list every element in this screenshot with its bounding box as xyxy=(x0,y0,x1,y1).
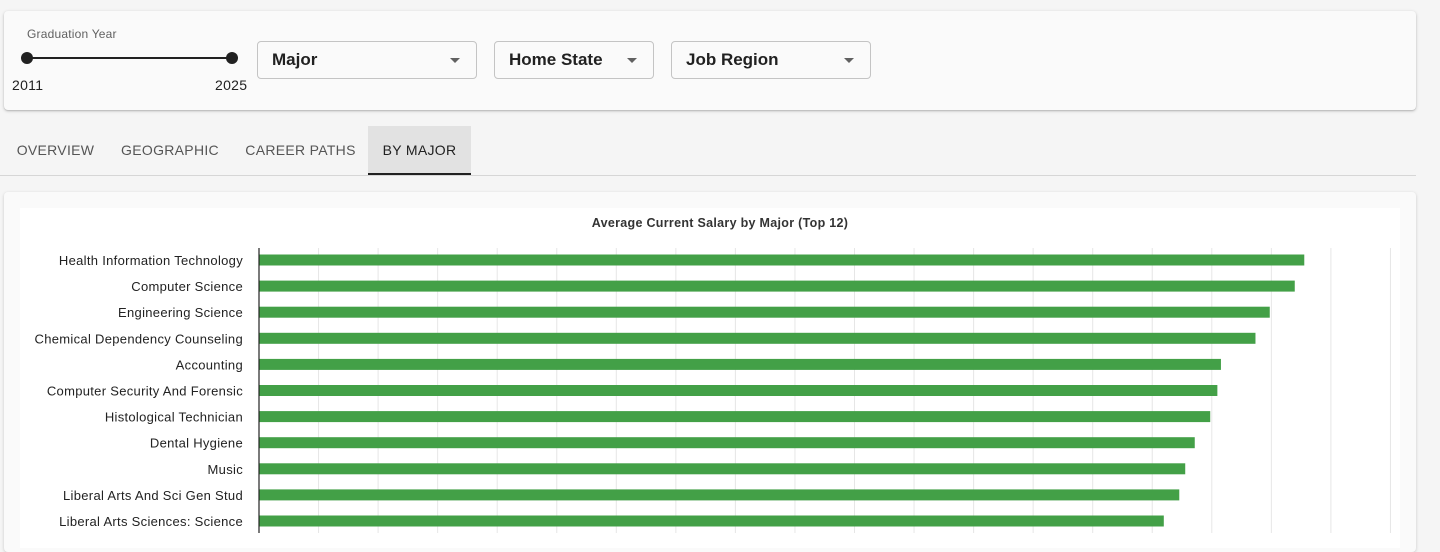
category-label: Liberal Arts And Sci Gen Stud xyxy=(63,488,243,503)
category-label: Dental Hygiene xyxy=(150,436,243,451)
salary-bar-chart: Health Information Technology Computer Sc… xyxy=(35,248,1391,533)
bar[interactable] xyxy=(259,280,1295,292)
category-label: Computer Science xyxy=(131,279,243,294)
bar[interactable] xyxy=(259,437,1195,449)
category-label: Accounting xyxy=(176,357,243,372)
bar[interactable] xyxy=(259,463,1186,475)
bar[interactable] xyxy=(259,489,1180,501)
bar[interactable] xyxy=(259,254,1305,266)
bar[interactable] xyxy=(259,411,1211,423)
category-label: Computer Security And Forensic xyxy=(47,384,243,399)
category-label: Engineering Science xyxy=(118,305,243,320)
bar[interactable] xyxy=(259,515,1164,527)
category-label: Liberal Arts Sciences: Science xyxy=(59,514,243,529)
bar[interactable] xyxy=(259,385,1218,396)
category-label: Health Information Technology xyxy=(59,253,243,268)
bar[interactable] xyxy=(259,358,1221,370)
category-label: Chemical Dependency Counseling xyxy=(35,331,243,346)
bar[interactable] xyxy=(259,306,1270,318)
category-label: Histological Technician xyxy=(105,410,243,425)
category-label: Music xyxy=(208,462,244,477)
bar[interactable] xyxy=(259,332,1256,344)
